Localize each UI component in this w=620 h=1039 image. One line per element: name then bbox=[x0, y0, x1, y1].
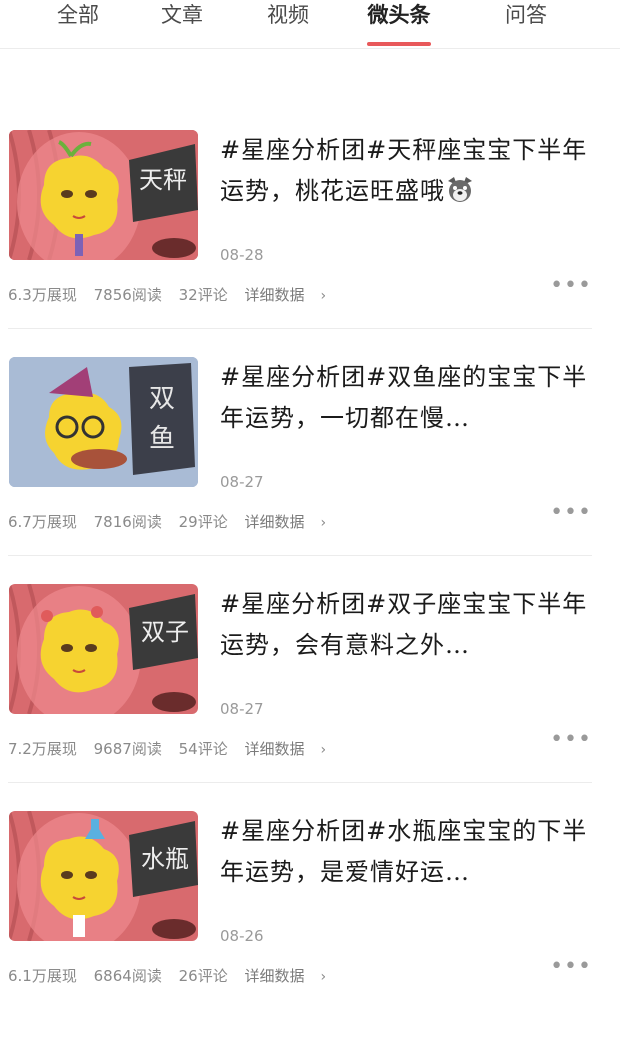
tab-micro-headlines[interactable]: 微头条 bbox=[354, 0, 444, 34]
post-title[interactable]: #星座分析团#双鱼座的宝宝下半年运势，一切都在慢… bbox=[220, 357, 590, 439]
details-link[interactable]: 详细数据 › bbox=[244, 967, 338, 985]
comments-count[interactable]: 26评论 bbox=[179, 967, 228, 985]
gemini-mascot-image: 双子 bbox=[9, 584, 198, 714]
more-options-icon[interactable]: ••• bbox=[550, 275, 592, 297]
dog-face-emoji-icon bbox=[448, 177, 472, 202]
tab-qa[interactable]: 问答 bbox=[481, 0, 571, 34]
post-thumbnail[interactable]: 天秤 bbox=[9, 130, 198, 260]
more-options-icon[interactable]: ••• bbox=[550, 729, 592, 751]
post-title[interactable]: #星座分析团#天秤座宝宝下半年运势，桃花运旺盛哦 bbox=[220, 130, 590, 212]
divider bbox=[8, 555, 592, 556]
svg-text:鱼: 鱼 bbox=[149, 424, 175, 454]
impressions-count: 6.1万展现 bbox=[8, 967, 77, 985]
post-stats: 6.7万展现 7816阅读 29评论 详细数据 › bbox=[8, 511, 350, 532]
active-tab-indicator bbox=[367, 42, 431, 46]
post-date: 08-27 bbox=[220, 473, 264, 491]
post-stats: 6.1万展现 6864阅读 26评论 详细数据 › bbox=[8, 965, 350, 986]
post-title[interactable]: #星座分析团#双子座宝宝下半年运势，会有意料之外… bbox=[220, 584, 590, 666]
reads-count: 7816阅读 bbox=[93, 513, 162, 531]
divider bbox=[8, 782, 592, 783]
reads-count: 7856阅读 bbox=[93, 286, 162, 304]
reads-count: 9687阅读 bbox=[93, 740, 162, 758]
impressions-count: 6.7万展现 bbox=[8, 513, 77, 531]
chevron-right-icon: › bbox=[320, 969, 327, 985]
chevron-right-icon: › bbox=[320, 515, 327, 531]
tab-videos[interactable]: 视频 bbox=[243, 0, 333, 34]
thumb-sign-text: 双 bbox=[149, 384, 175, 414]
thumb-sign-text: 水瓶 bbox=[141, 845, 189, 873]
comments-count[interactable]: 32评论 bbox=[179, 286, 228, 304]
chevron-right-icon: › bbox=[320, 742, 327, 758]
more-options-icon[interactable]: ••• bbox=[550, 502, 592, 524]
post-date: 08-26 bbox=[220, 927, 264, 945]
post-stats: 6.3万展现 7856阅读 32评论 详细数据 › bbox=[8, 284, 350, 305]
post-date: 08-27 bbox=[220, 700, 264, 718]
tab-bar: 全部 文章 视频 微头条 问答 bbox=[0, 0, 620, 49]
post-thumbnail[interactable]: 双 鱼 bbox=[9, 357, 198, 487]
chevron-right-icon: › bbox=[320, 288, 327, 304]
list-item[interactable]: 双子 #星座分析团#双子座宝宝下半年运势，会有意料之外… 08-27 7.2万展… bbox=[0, 584, 620, 812]
details-link[interactable]: 详细数据 › bbox=[244, 513, 338, 531]
more-options-icon[interactable]: ••• bbox=[550, 956, 592, 978]
divider bbox=[8, 328, 592, 329]
libra-mascot-image: 天秤 bbox=[9, 130, 198, 260]
tab-articles[interactable]: 文章 bbox=[137, 0, 227, 34]
post-thumbnail[interactable]: 水瓶 bbox=[9, 811, 198, 941]
post-thumbnail[interactable]: 双子 bbox=[9, 584, 198, 714]
details-link[interactable]: 详细数据 › bbox=[244, 740, 338, 758]
post-stats: 7.2万展现 9687阅读 54评论 详细数据 › bbox=[8, 738, 350, 759]
comments-count[interactable]: 54评论 bbox=[179, 740, 228, 758]
aquarius-mascot-image: 水瓶 bbox=[9, 811, 198, 941]
comments-count[interactable]: 29评论 bbox=[179, 513, 228, 531]
list-item[interactable]: 天秤 #星座分析团#天秤座宝宝下半年运势，桃花运旺盛哦 08-28 6.3万展现… bbox=[0, 130, 620, 358]
post-date: 08-28 bbox=[220, 246, 264, 264]
impressions-count: 6.3万展现 bbox=[8, 286, 77, 304]
pisces-mascot-image: 双 鱼 bbox=[9, 357, 198, 487]
impressions-count: 7.2万展现 bbox=[8, 740, 77, 758]
list-item[interactable]: 水瓶 #星座分析团#水瓶座宝宝的下半年运势，是爱情好运… 08-26 6.1万展… bbox=[0, 811, 620, 1039]
details-link[interactable]: 详细数据 › bbox=[244, 286, 338, 304]
tab-all[interactable]: 全部 bbox=[33, 0, 123, 34]
thumb-sign-text: 天秤 bbox=[139, 166, 187, 194]
reads-count: 6864阅读 bbox=[93, 967, 162, 985]
list-item[interactable]: 双 鱼 #星座分析团#双鱼座的宝宝下半年运势，一切都在慢… 08-27 6.7万… bbox=[0, 357, 620, 585]
post-title[interactable]: #星座分析团#水瓶座宝宝的下半年运势，是爱情好运… bbox=[220, 811, 590, 893]
thumb-sign-text: 双子 bbox=[141, 618, 189, 646]
